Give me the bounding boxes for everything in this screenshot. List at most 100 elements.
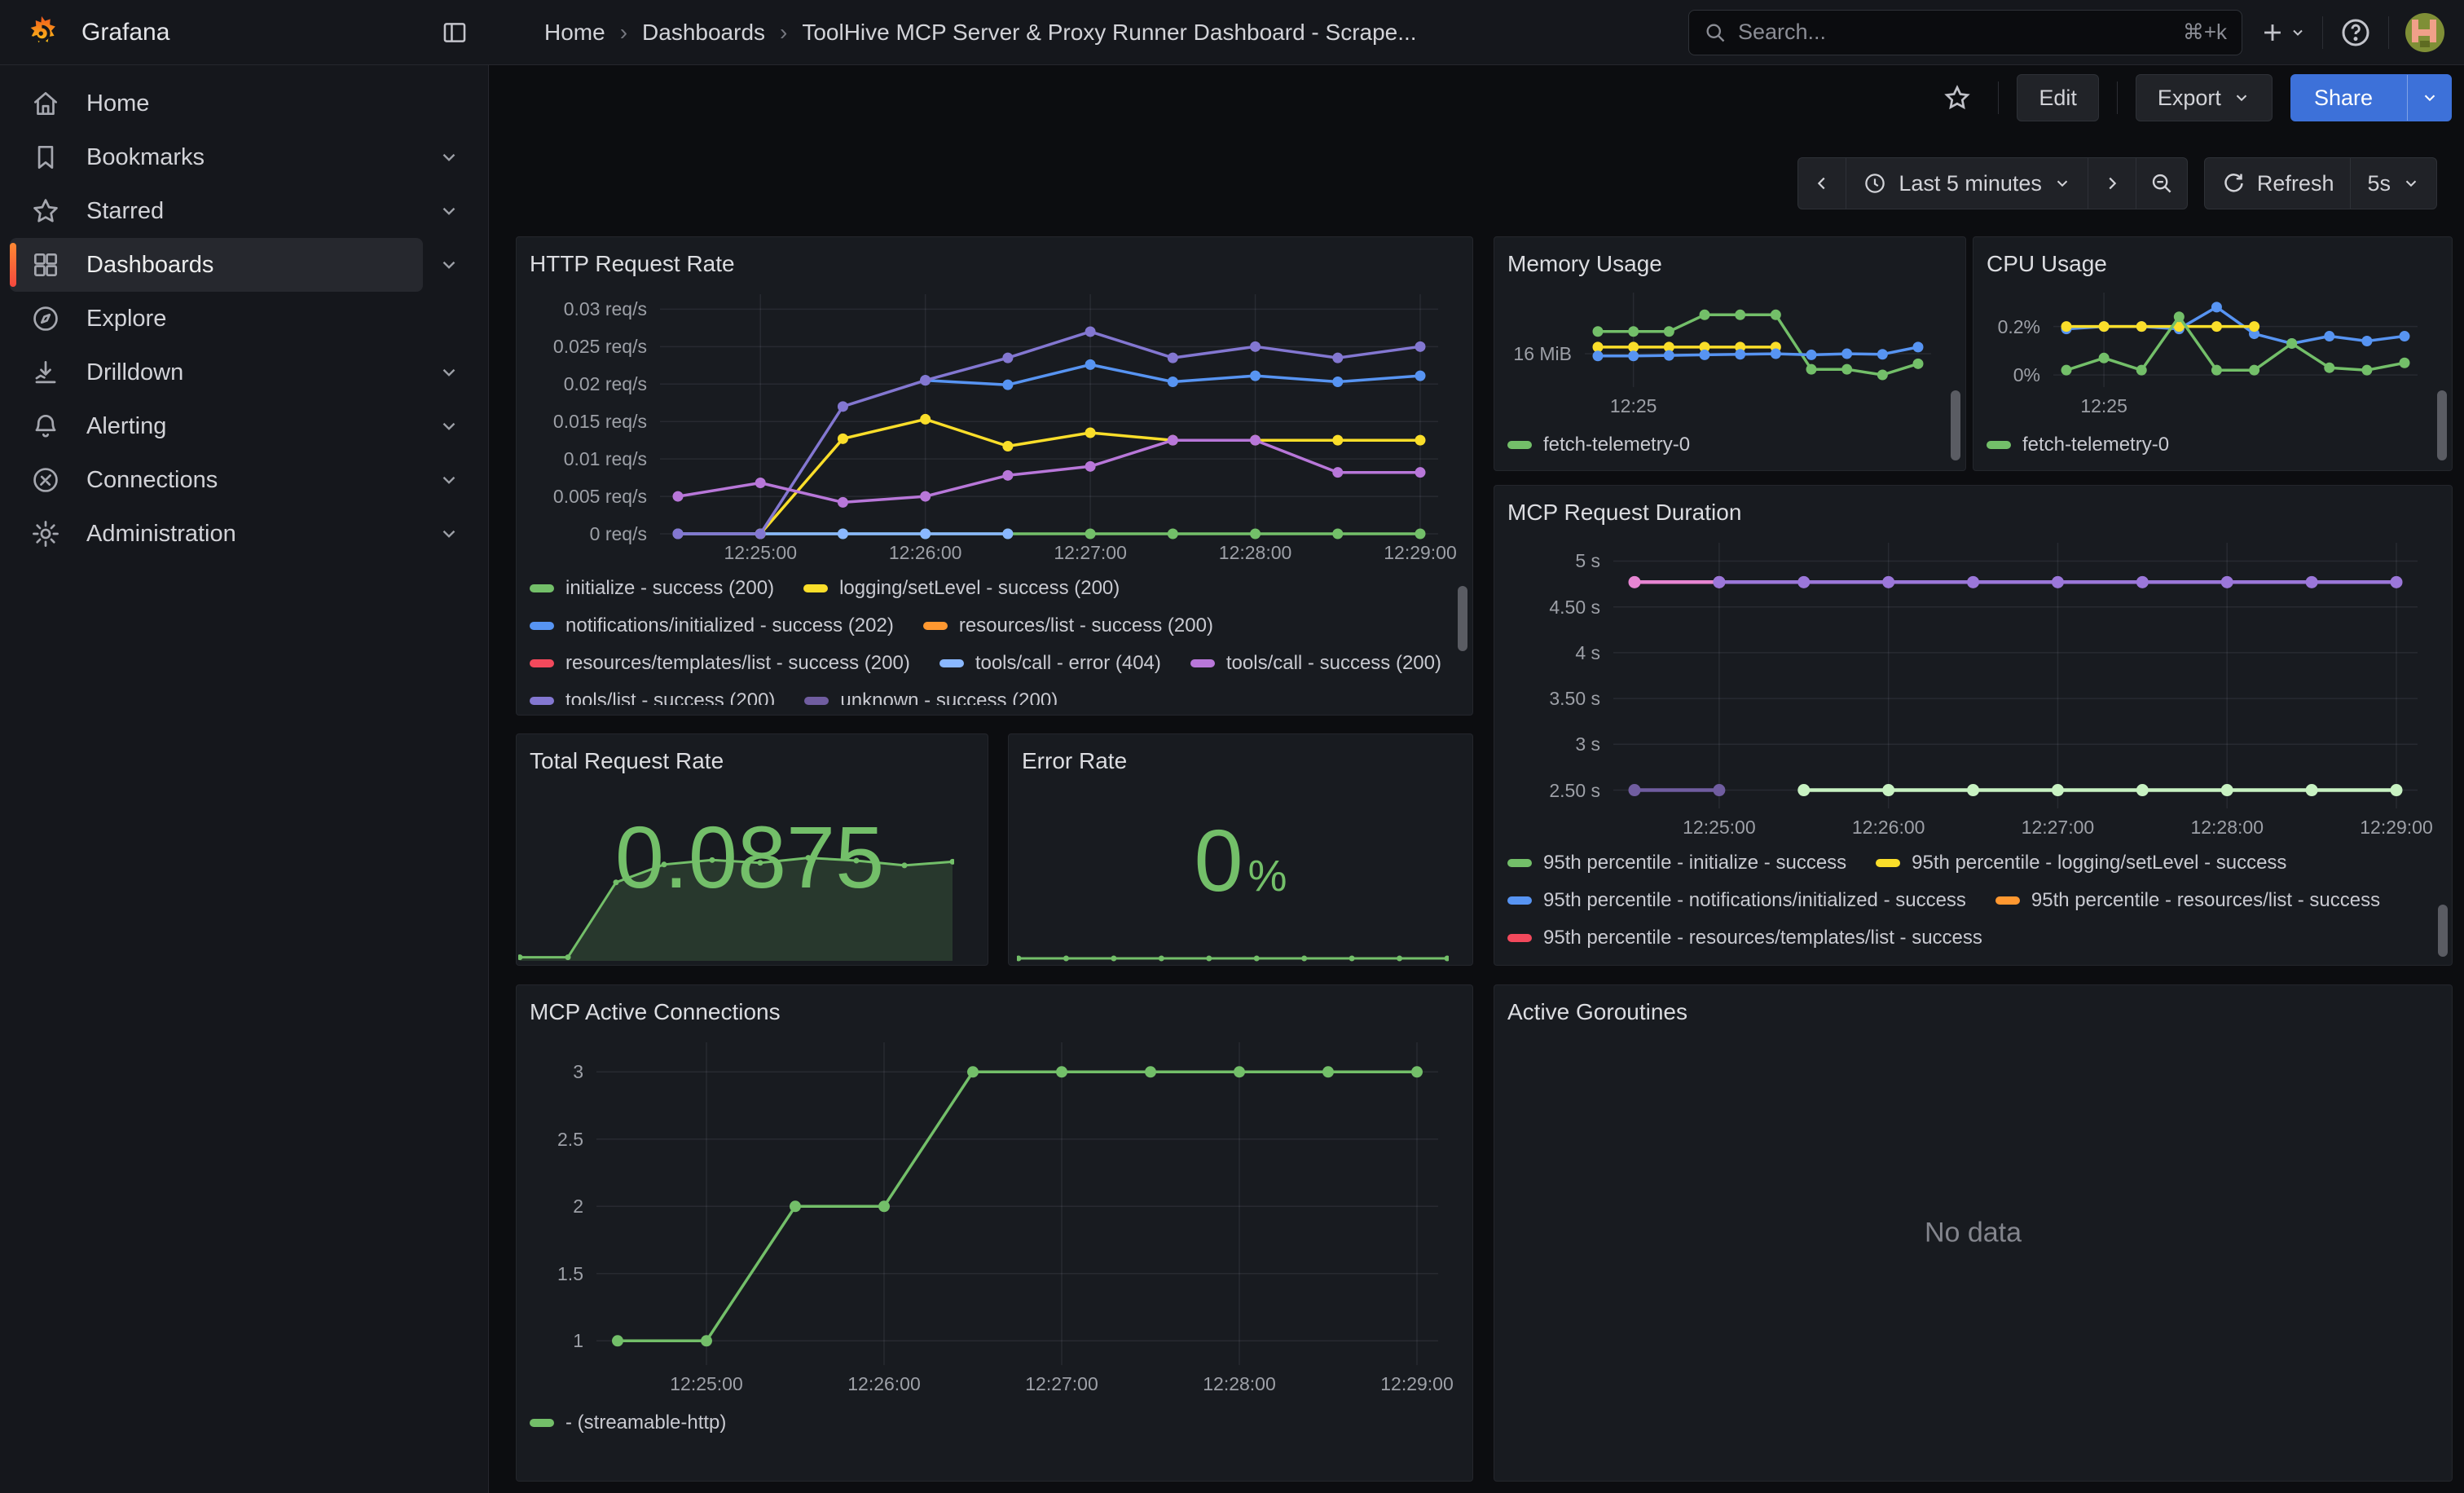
sidebar-item-row[interactable]: Dashboards — [10, 238, 423, 292]
legend-item[interactable]: 95th percentile - notifications/initiali… — [1507, 888, 1966, 913]
legend-swatch — [1507, 896, 1532, 905]
y-axis-label: 5 s — [1507, 548, 1600, 573]
sidebar-item-row[interactable]: Explore — [10, 292, 423, 346]
sidebar-item-label: Dashboards — [86, 252, 213, 279]
sidebar-item-administration[interactable]: Administration — [0, 507, 488, 561]
chevron-down-icon[interactable] — [431, 193, 467, 229]
legend-swatch — [1995, 896, 2020, 905]
chevron-down-icon[interactable] — [431, 139, 467, 175]
export-button[interactable]: Export — [2136, 74, 2273, 121]
legend-item[interactable]: resources/templates/list - success (200) — [530, 651, 910, 676]
panel-title[interactable]: MCP Request Duration — [1507, 497, 1741, 528]
panel-title[interactable]: HTTP Request Rate — [530, 249, 735, 280]
x-axis-label: 12:27:00 — [1021, 542, 1159, 564]
memory-usage-chart[interactable]: 16 MiB12:25 — [1507, 283, 1952, 423]
panel-title[interactable]: Active Goroutines — [1507, 997, 1687, 1028]
add-new-button[interactable] — [2259, 19, 2306, 46]
legend-item[interactable]: tools/list - success (200) — [530, 689, 775, 705]
legend-scrollbar[interactable] — [2438, 905, 2448, 957]
sidebar-item-row[interactable]: Drilldown — [10, 346, 423, 399]
legend-item[interactable]: 95th percentile - initialize - success — [1507, 851, 1846, 875]
breadcrumb: Home›Dashboards›ToolHive MCP Server & Pr… — [489, 20, 1688, 46]
legend-scrollbar[interactable] — [2437, 390, 2447, 460]
sidebar-item-row[interactable]: Connections — [10, 453, 423, 507]
sidebar-item-bookmarks[interactable]: Bookmarks — [0, 130, 488, 184]
chevron-down-icon[interactable] — [431, 462, 467, 498]
sidebar-item-row[interactable]: Administration — [10, 507, 423, 561]
legend-swatch — [804, 697, 829, 705]
cpu-usage-chart[interactable]: 0%0.2%12:25 — [1987, 283, 2439, 423]
time-shift-forward-button[interactable] — [2088, 158, 2136, 209]
grafana-logo-icon[interactable] — [23, 14, 60, 51]
panel-title[interactable]: MCP Active Connections — [530, 997, 781, 1028]
help-button[interactable] — [2339, 16, 2372, 49]
sidebar-item-row[interactable]: Alerting — [10, 399, 423, 453]
share-menu-chevron[interactable] — [2407, 75, 2451, 121]
legend-scrollbar[interactable] — [1458, 586, 1467, 651]
chevron-down-icon[interactable] — [431, 516, 467, 552]
search-shortcut: ⌘+k — [2183, 20, 2227, 45]
refresh-interval-picker[interactable]: 5s — [2351, 158, 2436, 209]
x-axis-label: 12:25:00 — [1650, 817, 1789, 839]
search-box[interactable]: ⌘+k — [1688, 10, 2242, 55]
legend-item[interactable]: unknown - success (200) — [804, 689, 1058, 705]
panel-title[interactable]: Total Request Rate — [530, 746, 724, 777]
user-avatar[interactable] — [2405, 13, 2444, 52]
legend-item[interactable]: initialize - success (200) — [530, 576, 774, 601]
mcp-request-duration-chart[interactable]: 2.50 s3 s3.50 s4 s4.50 s5 s12:25:0012:26… — [1507, 533, 2439, 844]
http-request-rate-chart[interactable]: 0 req/s0.005 req/s0.01 req/s0.015 req/s0… — [530, 284, 1459, 570]
legend-item[interactable]: - (streamable-http) — [530, 1411, 726, 1435]
mcp-active-connections-chart[interactable]: 11.522.5312:25:0012:26:0012:27:0012:28:0… — [530, 1033, 1459, 1401]
edit-button[interactable]: Edit — [2017, 74, 2099, 121]
y-axis-label: 4 s — [1507, 641, 1600, 665]
sidebar-item-row[interactable]: Bookmarks — [10, 130, 423, 184]
legend-item[interactable]: 95th percentile - logging/setLevel - suc… — [1876, 851, 2286, 875]
sidebar-item-starred[interactable]: Starred — [0, 184, 488, 238]
legend-item[interactable]: tools/call - error (404) — [939, 651, 1161, 676]
legend-item[interactable]: tools/call - success (200) — [1190, 651, 1441, 676]
legend-item[interactable]: logging/setLevel - success (200) — [803, 576, 1120, 601]
x-axis-label: 12:29:00 — [1348, 1373, 1473, 1395]
share-button[interactable]: Share — [2290, 74, 2452, 121]
legend-item[interactable]: resources/list - success (200) — [923, 614, 1213, 638]
sidebar-item-drilldown[interactable]: Drilldown — [0, 346, 488, 399]
time-shift-back-button[interactable] — [1798, 158, 1846, 209]
legend-item[interactable]: 95th percentile - resources/list - succe… — [1995, 888, 2380, 913]
x-axis-label: 12:28:00 — [1186, 542, 1325, 564]
zoom-out-button[interactable] — [2136, 158, 2187, 209]
time-range-picker[interactable]: Last 5 minutes — [1846, 158, 2088, 209]
legend-item[interactable]: fetch-telemetry-0 — [1507, 433, 1690, 457]
sidebar: HomeBookmarksStarred Dashboards ExploreDri… — [0, 65, 489, 1493]
search-input[interactable] — [1738, 20, 2171, 45]
panel-title[interactable]: CPU Usage — [1987, 249, 2107, 280]
panel-title[interactable]: Error Rate — [1022, 746, 1127, 777]
legend-label: fetch-telemetry-0 — [2022, 433, 2169, 457]
panel-title[interactable]: Memory Usage — [1507, 249, 1662, 280]
legend-item[interactable]: fetch-telemetry-0 — [1987, 433, 2169, 457]
breadcrumb-item[interactable]: Home — [544, 20, 605, 46]
legend-label: unknown - success (200) — [840, 689, 1058, 705]
sidebar-item-dashboards[interactable]: Dashboards — [0, 238, 488, 292]
y-axis-label: 0.015 req/s — [530, 409, 647, 434]
sidebar-item-row[interactable]: Home — [10, 77, 423, 130]
chevron-down-icon[interactable] — [431, 247, 467, 283]
breadcrumb-item[interactable]: Dashboards — [642, 20, 765, 46]
sidebar-item-explore[interactable]: Explore — [0, 292, 488, 346]
sidebar-item-home[interactable]: Home — [0, 77, 488, 130]
legend-scrollbar[interactable] — [1951, 390, 1960, 460]
legend-item[interactable]: notifications/initialized - success (202… — [530, 614, 894, 638]
sidebar-item-connections[interactable]: Connections — [0, 453, 488, 507]
x-axis-label: 12:25 — [2035, 395, 2173, 417]
legend-item[interactable]: 95th percentile - resources/templates/li… — [1507, 926, 1982, 950]
chevron-down-icon[interactable] — [431, 408, 467, 444]
legend-label: resources/list - success (200) — [959, 614, 1213, 638]
refresh-button[interactable]: Refresh — [2205, 158, 2352, 209]
dashboard-area: Edit Export Share Last 5 minutes — [489, 65, 2464, 1493]
sidebar-item-row[interactable]: Starred — [10, 184, 423, 238]
favorite-star-icon[interactable] — [1934, 75, 1980, 121]
sidebar-item-alerting[interactable]: Alerting — [0, 399, 488, 453]
sidebar-toggle-icon[interactable] — [435, 13, 474, 52]
chevron-down-icon[interactable] — [431, 355, 467, 390]
x-axis-label: 12:25 — [1564, 395, 1703, 417]
memory-usage-legend: fetch-telemetry-0 — [1507, 433, 1690, 460]
